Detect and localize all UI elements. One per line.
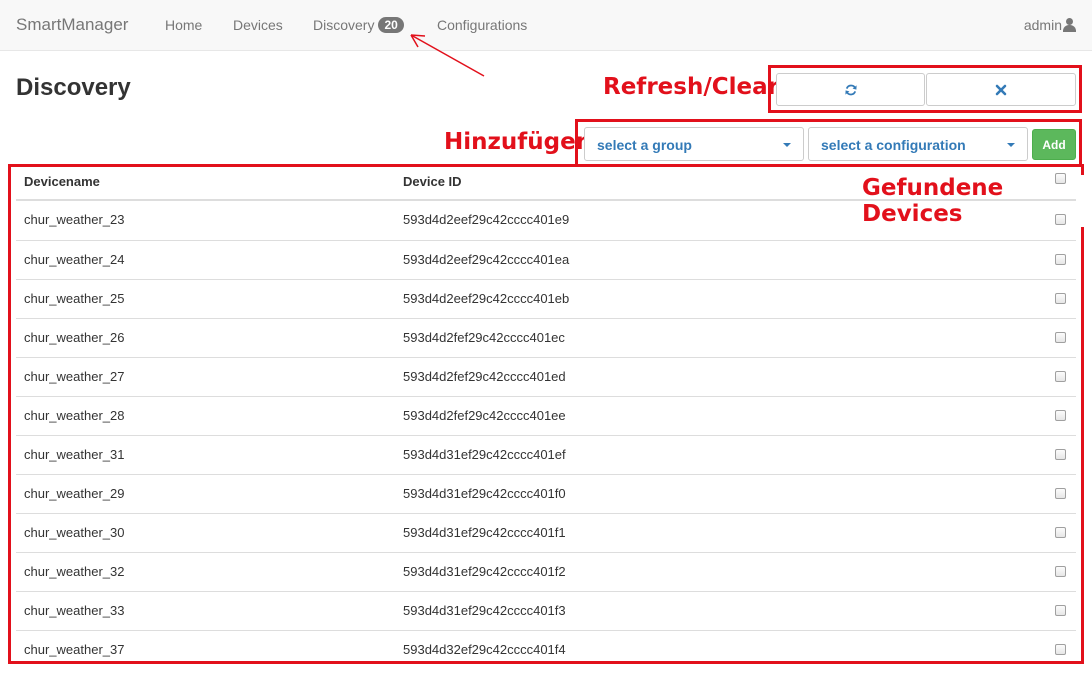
device-id: 593d4d2eef29c42cccc401ea	[403, 252, 570, 267]
device-name: chur_weather_32	[24, 564, 125, 579]
device-id: 593d4d2fef29c42cccc401ee	[403, 408, 566, 423]
device-id: 593d4d31ef29c42cccc401f2	[403, 564, 566, 579]
row-checkbox[interactable]	[1055, 410, 1066, 421]
table-row: chur_weather_33 593d4d31ef29c42cccc401f3	[16, 591, 1076, 630]
table-row: chur_weather_29 593d4d31ef29c42cccc401f0	[16, 474, 1076, 513]
row-checkbox[interactable]	[1055, 566, 1066, 577]
column-header-devicename: Devicename	[24, 174, 100, 189]
row-checkbox[interactable]	[1055, 293, 1066, 304]
device-name: chur_weather_37	[24, 642, 125, 657]
user-name: admin	[1023, 17, 1062, 33]
device-name: chur_weather_29	[24, 486, 125, 501]
close-icon	[995, 84, 1007, 95]
chevron-down-icon	[783, 143, 791, 147]
table-row: chur_weather_26 593d4d2fef29c42cccc401ec	[16, 318, 1076, 357]
row-checkbox[interactable]	[1055, 449, 1066, 460]
user-menu[interactable]: admin	[1024, 17, 1076, 33]
table-row: chur_weather_25 593d4d2eef29c42cccc401eb	[16, 279, 1076, 318]
device-id: 593d4d31ef29c42cccc401f3	[403, 603, 566, 618]
nav-discovery-label: Discovery	[313, 17, 375, 33]
annotation-refresh-clear: Refresh/Clear	[603, 74, 779, 100]
refresh-button[interactable]	[776, 73, 925, 106]
device-name: chur_weather_27	[24, 369, 125, 384]
user-icon	[1063, 18, 1076, 32]
discovery-count-badge: 20	[378, 17, 404, 33]
row-checkbox[interactable]	[1055, 214, 1066, 225]
nav-devices[interactable]: Devices	[233, 17, 283, 33]
column-header-device-id: Device ID	[403, 174, 462, 189]
group-select-value: select a group	[597, 137, 692, 153]
table-row: chur_weather_37 593d4d32ef29c42cccc401f4	[16, 630, 1076, 669]
device-name: chur_weather_31	[24, 447, 125, 462]
row-checkbox[interactable]	[1055, 371, 1066, 382]
group-select[interactable]: select a group	[584, 127, 804, 161]
table-row: chur_weather_23 593d4d2eef29c42cccc401e9	[16, 201, 1076, 240]
annotation-arrow	[410, 34, 485, 77]
clear-button[interactable]	[926, 73, 1076, 106]
table-header: Devicename Device ID	[16, 162, 1076, 201]
device-id: 593d4d31ef29c42cccc401f1	[403, 525, 566, 540]
device-id: 593d4d2eef29c42cccc401eb	[403, 291, 570, 306]
row-checkbox[interactable]	[1055, 527, 1066, 538]
table-row: chur_weather_28 593d4d2fef29c42cccc401ee	[16, 396, 1076, 435]
device-id: 593d4d2fef29c42cccc401ec	[403, 330, 565, 345]
table-row: chur_weather_27 593d4d2fef29c42cccc401ed	[16, 357, 1076, 396]
configuration-select-value: select a configuration	[821, 137, 966, 153]
select-all-checkbox[interactable]	[1055, 173, 1066, 184]
page-title: Discovery	[16, 74, 131, 101]
device-name: chur_weather_23	[24, 212, 125, 227]
device-id: 593d4d31ef29c42cccc401ef	[403, 447, 566, 462]
row-checkbox[interactable]	[1055, 332, 1066, 343]
annotation-add: Hinzufügen	[444, 129, 593, 155]
row-checkbox[interactable]	[1055, 644, 1066, 655]
device-id: 593d4d32ef29c42cccc401f4	[403, 642, 566, 657]
device-id: 593d4d31ef29c42cccc401f0	[403, 486, 566, 501]
device-name: chur_weather_28	[24, 408, 125, 423]
table-row: chur_weather_32 593d4d31ef29c42cccc401f2	[16, 552, 1076, 591]
add-button[interactable]: Add	[1032, 129, 1076, 160]
device-name: chur_weather_25	[24, 291, 125, 306]
nav-discovery[interactable]: Discovery 20	[313, 17, 404, 33]
device-name: chur_weather_24	[24, 252, 125, 267]
configuration-select[interactable]: select a configuration	[808, 127, 1028, 161]
device-name: chur_weather_33	[24, 603, 125, 618]
nav-home[interactable]: Home	[165, 17, 202, 33]
device-name: chur_weather_30	[24, 525, 125, 540]
row-checkbox[interactable]	[1055, 488, 1066, 499]
row-checkbox[interactable]	[1055, 254, 1066, 265]
device-id: 593d4d2fef29c42cccc401ed	[403, 369, 566, 384]
row-checkbox[interactable]	[1055, 605, 1066, 616]
table-row: chur_weather_31 593d4d31ef29c42cccc401ef	[16, 435, 1076, 474]
device-id: 593d4d2eef29c42cccc401e9	[403, 212, 570, 227]
device-name: chur_weather_26	[24, 330, 125, 345]
chevron-down-icon	[1007, 143, 1015, 147]
navbar: SmartManager Home Devices Discovery 20 Co…	[0, 0, 1092, 51]
brand[interactable]: SmartManager	[16, 15, 128, 35]
refresh-icon	[844, 84, 857, 95]
table-row: chur_weather_24 593d4d2eef29c42cccc401ea	[16, 240, 1076, 279]
table-row: chur_weather_30 593d4d31ef29c42cccc401f1	[16, 513, 1076, 552]
